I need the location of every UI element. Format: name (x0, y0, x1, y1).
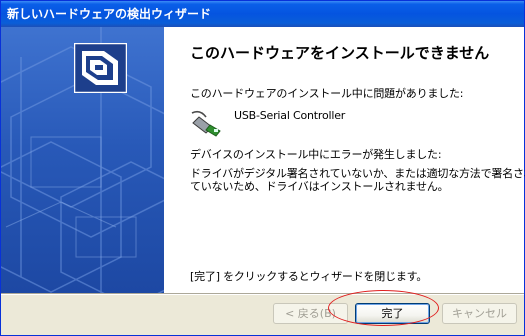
detail-line-2: ていないため、ドライバはインストールされません。 (190, 180, 449, 193)
finish-hint: [完了] をクリックするとウィザードを閉じます。 (190, 270, 428, 283)
device-name: USB-Serial Controller (234, 109, 346, 122)
wizard-window: 新しいハードウェアの検出ウィザード このハードウェアをインストールできません こ… (0, 0, 525, 336)
window-title: 新しいハードウェアの検出ウィザード (7, 7, 212, 21)
hardware-wizard-icon (74, 43, 127, 93)
finish-button[interactable]: 完了 (355, 303, 430, 324)
title-bar[interactable]: 新しいハードウェアの検出ウィザード (1, 1, 524, 27)
wizard-main-panel: このハードウェアをインストールできません このハードウェアのインストール中に問題… (182, 27, 525, 293)
error-text: デバイスのインストール中にエラーが発生しました: (190, 148, 442, 161)
back-button[interactable]: < 戻る(B) (273, 303, 348, 324)
footer-divider (1, 293, 524, 295)
wizard-content: このハードウェアをインストールできません このハードウェアのインストール中に問題… (1, 27, 525, 293)
usb-device-icon (191, 110, 221, 137)
cancel-button[interactable]: キャンセル (442, 303, 517, 324)
problem-text: このハードウェアのインストール中に問題がありました: (190, 87, 464, 100)
wizard-banner (1, 27, 164, 293)
page-title: このハードウェアをインストールできません (190, 44, 490, 62)
